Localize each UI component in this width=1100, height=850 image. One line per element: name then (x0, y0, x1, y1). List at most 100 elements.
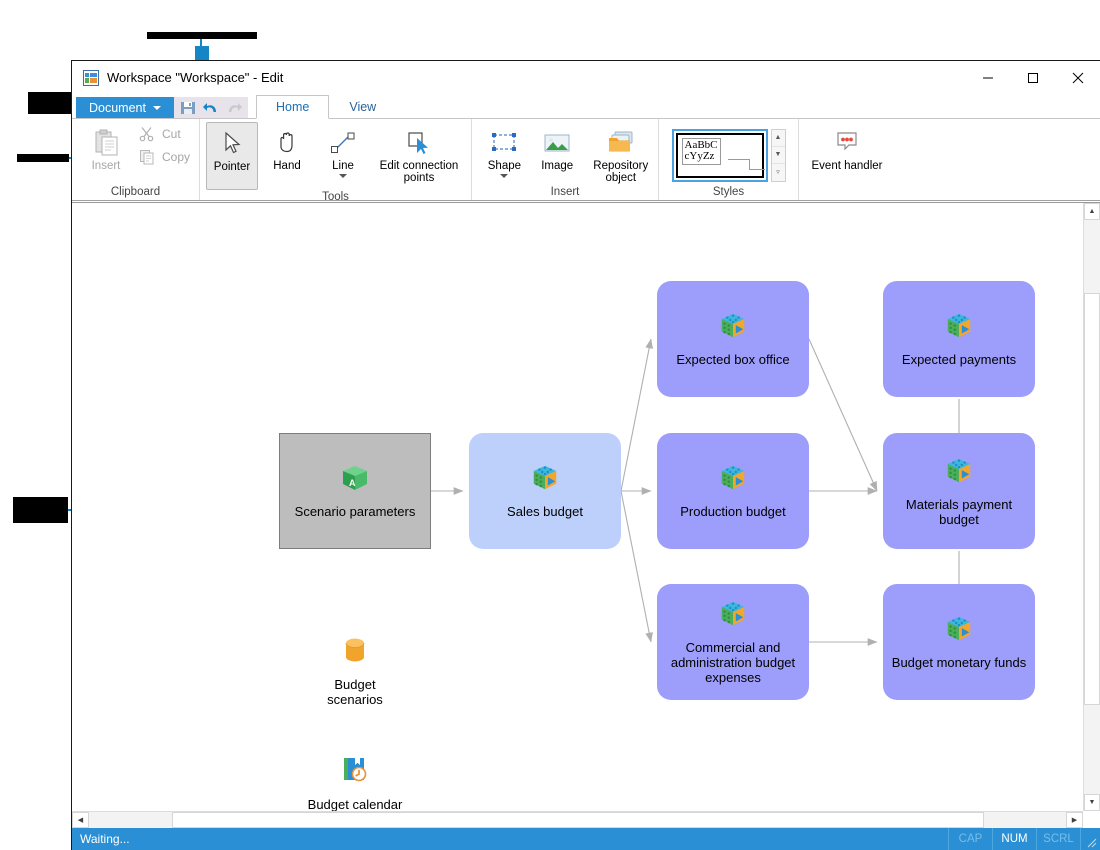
pointer-button[interactable]: Pointer (206, 122, 258, 190)
status-indicators: CAP NUM SCRL (948, 828, 1100, 850)
tab-view-label: View (349, 100, 377, 114)
cut-button[interactable]: Cut (136, 122, 190, 145)
expected-box-office-node[interactable]: Expected box office (657, 281, 809, 397)
styles-gallery[interactable]: AaBbC cYyZz ▲ ▼ ▿ (671, 128, 786, 182)
status-badge-scrl-label: SCRL (1043, 833, 1074, 845)
shape-button-label: Shape (487, 160, 522, 172)
scroll-down-button[interactable]: ▼ (1084, 794, 1100, 811)
budget-scenarios-node[interactable]: Budget scenarios (301, 638, 409, 707)
callout-bar-canvas (13, 497, 68, 523)
paste-icon (93, 126, 119, 160)
shape-button[interactable]: Shape (480, 122, 529, 178)
vertical-scrollbar[interactable]: ▲ ▼ (1083, 203, 1100, 811)
scroll-right-button[interactable]: ▶ (1066, 812, 1083, 828)
tab-home[interactable]: Home (256, 95, 330, 119)
line-button-label: Line (332, 160, 354, 172)
minimize-icon[interactable] (965, 61, 1010, 94)
budget-scenarios-label: Budget scenarios (327, 676, 383, 707)
insert-button-label: Insert (91, 160, 121, 172)
rubik-cube-icon (718, 599, 748, 634)
materials-payment-budget-label: Materials payment budget (905, 496, 1013, 527)
ribbon-group-clipboard: Insert Cut Copy Clipboard (72, 119, 200, 200)
ribbon: Insert Cut Copy Clipboard Pointer Hand L… (72, 118, 1100, 203)
image-button-label: Image (541, 160, 574, 172)
horizontal-scrollbar[interactable]: ◀ ▶ (72, 811, 1083, 828)
scrollbar-corner (1083, 811, 1100, 828)
title-bar: Workspace "Workspace" - Edit (72, 61, 1100, 94)
insert-button[interactable]: Insert (80, 122, 132, 172)
budget-calendar-label: Budget calendar (307, 797, 403, 811)
image-icon (543, 126, 571, 160)
rubik-cube-icon (944, 456, 974, 491)
status-badge-num[interactable]: NUM (992, 828, 1036, 850)
style-preview[interactable]: AaBbC cYyZz (671, 128, 768, 182)
scroll-left-button[interactable]: ◀ (72, 812, 89, 828)
style-sample-line2: cYyZz (684, 150, 715, 162)
workspace-icon (83, 69, 99, 86)
style-sample-text: AaBbC cYyZz (681, 137, 721, 165)
sales-budget-node[interactable]: Sales budget (469, 433, 621, 549)
rubik-cube-icon (718, 463, 748, 498)
materials-payment-budget-node[interactable]: Materials payment budget (883, 433, 1035, 549)
ribbon-group-insert: Shape Image Repository object Insert (472, 119, 659, 200)
line-icon (330, 126, 356, 160)
budget-monetary-funds-node[interactable]: Budget monetary funds (883, 584, 1035, 700)
chevron-down-icon[interactable] (500, 174, 509, 178)
hand-button-label: Hand (273, 160, 301, 172)
budget-calendar-node[interactable]: Budget calendar (301, 751, 409, 811)
quick-access-tab-row: Document Home View (72, 94, 1100, 119)
event-handler-button[interactable]: Event handler (805, 122, 889, 172)
rubik-cube-icon (718, 311, 748, 346)
cursor-icon (221, 127, 243, 161)
styles-gallery-scrollbar[interactable]: ▲ ▼ ▿ (770, 128, 786, 182)
ribbon-group-clipboard-label: Clipboard (110, 186, 161, 198)
undo-icon[interactable] (203, 100, 219, 116)
tab-view[interactable]: View (329, 95, 396, 119)
status-badge-cap[interactable]: CAP (948, 828, 992, 850)
document-button[interactable]: Document (76, 97, 174, 119)
scenario-parameters-label: Scenario parameters (294, 504, 416, 519)
commercial-administration-budget-expenses-node[interactable]: Commercial and administration budget exp… (657, 584, 809, 700)
calendar-clock-icon (339, 754, 371, 791)
line-button[interactable]: Line (316, 122, 370, 178)
expected-payments-node[interactable]: Expected payments (883, 281, 1035, 397)
ribbon-tabs: Home View (256, 94, 396, 119)
ribbon-group-styles: AaBbC cYyZz ▲ ▼ ▿ Styles (659, 119, 799, 200)
orange-cylinder-icon (339, 634, 371, 671)
horizontal-scroll-thumb[interactable] (172, 812, 984, 828)
scenario-parameters-node[interactable]: A Scenario parameters (279, 433, 431, 549)
pointer-button-label: Pointer (213, 161, 251, 173)
repository-object-button[interactable]: Repository object (586, 122, 656, 184)
scroll-up-button[interactable]: ▲ (1084, 203, 1100, 220)
status-badge-scrl[interactable]: SCRL (1036, 828, 1080, 850)
repository-object-icon (606, 126, 636, 160)
ribbon-group-styles-label: Styles (712, 186, 745, 198)
budget-monetary-funds-label: Budget monetary funds (891, 655, 1027, 670)
green-cube-icon: A (340, 463, 370, 498)
copy-button[interactable]: Copy (136, 145, 190, 168)
quick-access-toolbar (174, 97, 248, 119)
style-sample-line1: AaBbC (684, 138, 718, 151)
event-handler-label: Event handler (811, 160, 883, 172)
redo-icon (226, 100, 242, 116)
scroll-down-icon[interactable]: ▼ (771, 147, 785, 165)
scissors-icon (138, 125, 156, 143)
save-icon[interactable] (180, 100, 196, 116)
resize-grip-icon[interactable] (1080, 828, 1100, 850)
hand-icon (275, 126, 299, 160)
chevron-down-icon[interactable] (339, 174, 347, 178)
production-budget-node[interactable]: Production budget (657, 433, 809, 549)
status-badge-cap-label: CAP (958, 833, 983, 845)
tab-home-label: Home (276, 100, 310, 114)
close-icon[interactable] (1055, 61, 1100, 94)
diagram-canvas[interactable]: A Scenario parameters Sales budget Expec… (72, 203, 1083, 811)
styles-more-icon[interactable]: ▿ (772, 164, 785, 180)
scroll-up-icon[interactable]: ▲ (771, 130, 785, 147)
hand-button[interactable]: Hand (260, 122, 314, 172)
vertical-scroll-thumb[interactable] (1084, 293, 1100, 705)
rubik-cube-icon (944, 311, 974, 346)
diagram-canvas-area: A Scenario parameters Sales budget Expec… (72, 202, 1100, 828)
maximize-icon[interactable] (1010, 61, 1055, 94)
image-button[interactable]: Image (533, 122, 582, 172)
edit-connection-points-button[interactable]: Edit connection points (372, 122, 466, 184)
